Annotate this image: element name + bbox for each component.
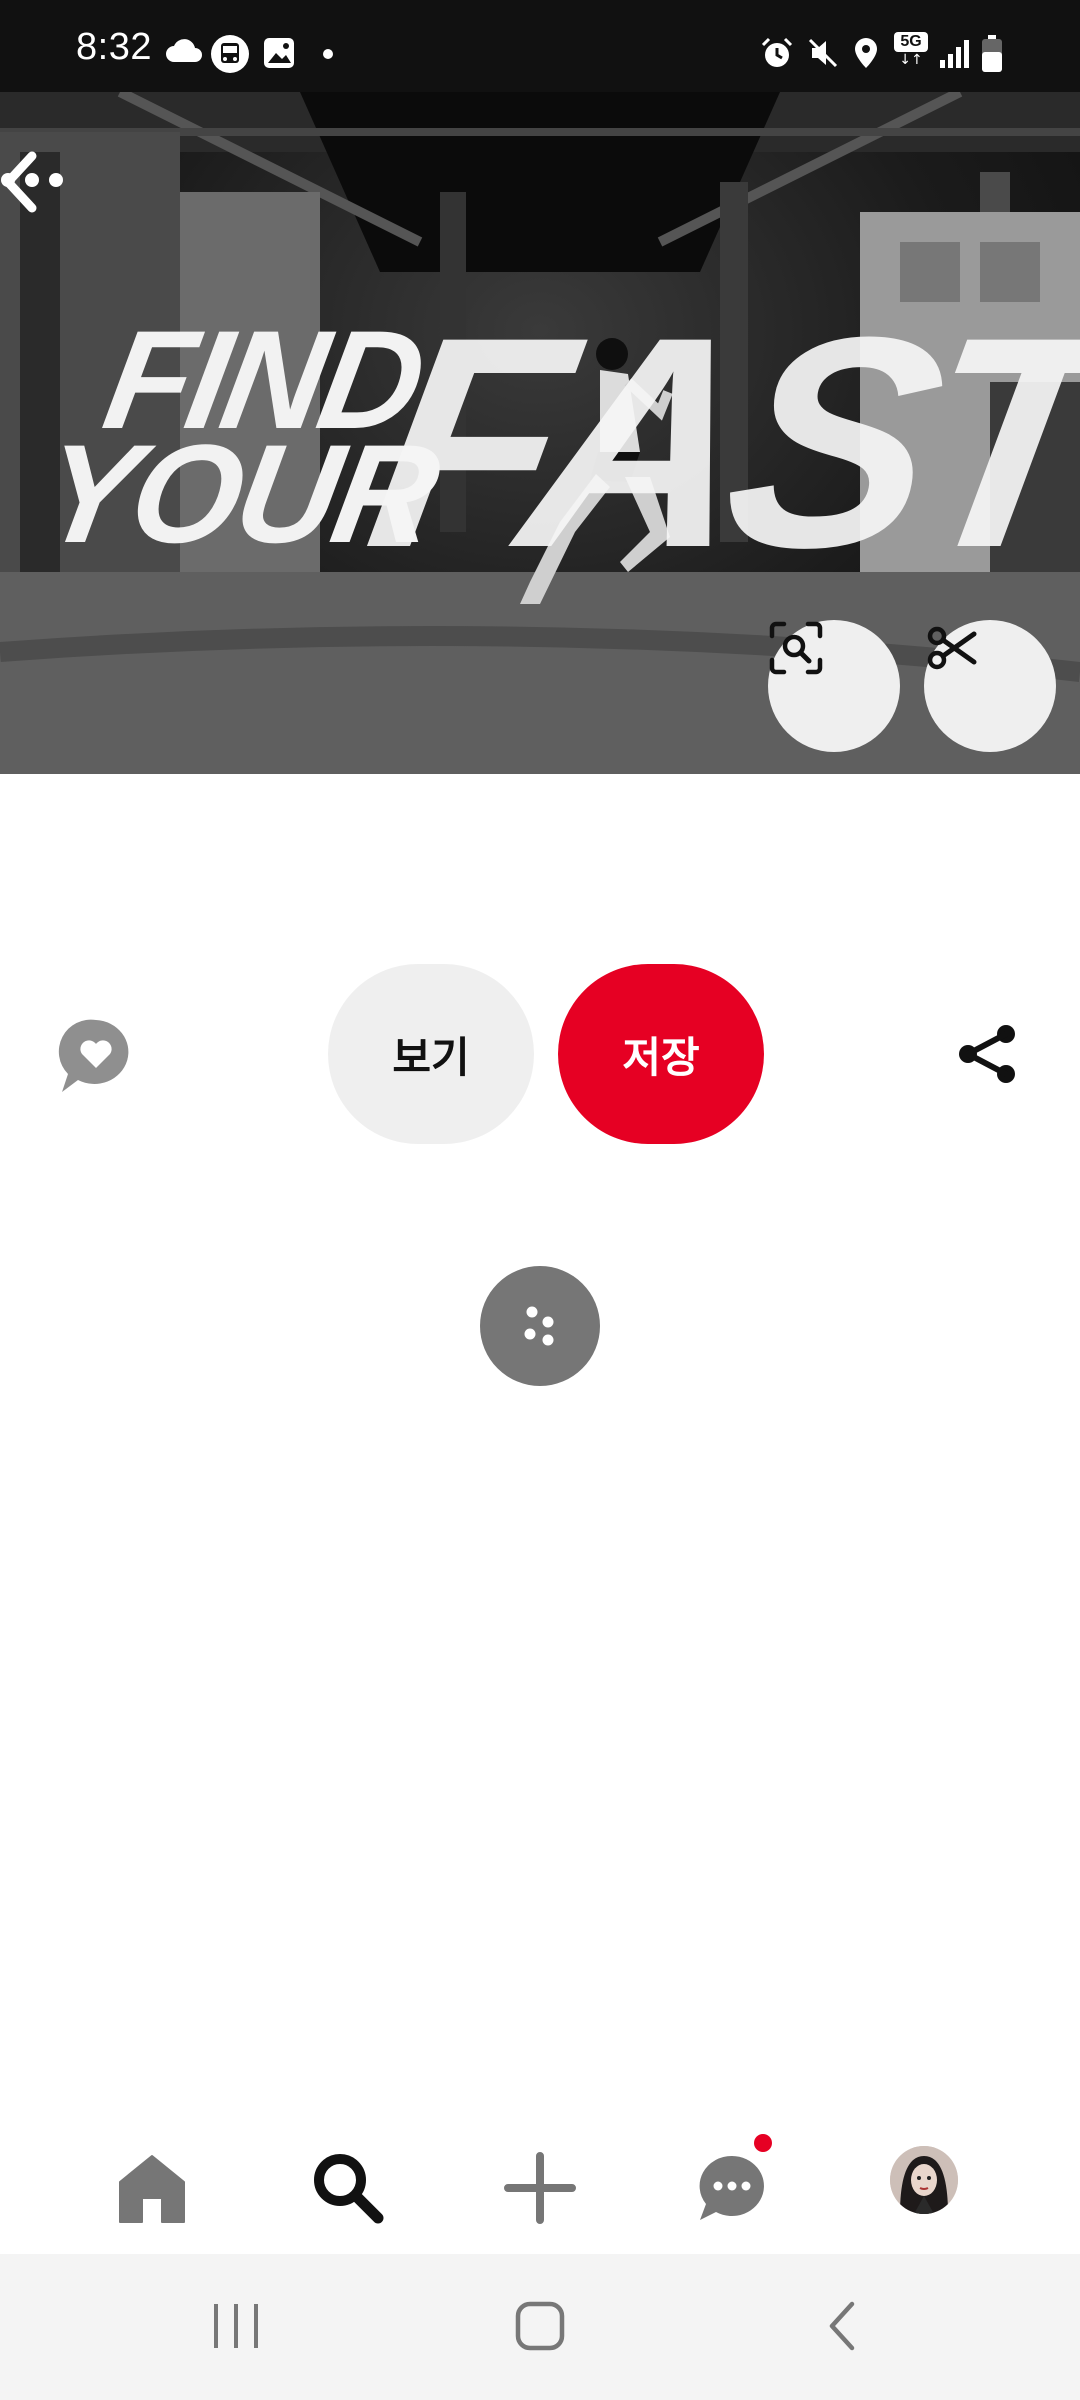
message-icon — [699, 2155, 764, 2220]
crop-button[interactable] — [924, 620, 1056, 752]
network-label: 5G — [894, 32, 928, 52]
scissors-icon — [927, 626, 977, 670]
share-icon[interactable] — [956, 1022, 1020, 1086]
notification-dot — [754, 2134, 772, 2152]
status-bar: 8:32 5G ↓↑ — [0, 0, 1080, 92]
dots-icon — [524, 1306, 554, 1346]
back-icon[interactable] — [822, 2298, 862, 2354]
home-button-icon[interactable] — [512, 2298, 568, 2354]
hero-text-fast: FAST — [350, 274, 1080, 610]
nav-messages[interactable] — [686, 2142, 778, 2234]
more-horizontal-icon[interactable] — [0, 170, 64, 190]
nav-search[interactable] — [302, 2142, 394, 2234]
status-time: 8:32 — [76, 26, 152, 68]
profile-avatar[interactable] — [890, 2146, 958, 2214]
more-ideas-button[interactable] — [480, 1266, 600, 1386]
mute-icon — [808, 38, 838, 68]
home-icon — [119, 2155, 185, 2223]
recents-icon[interactable] — [210, 2298, 262, 2354]
nav-home[interactable] — [106, 2142, 198, 2234]
search-icon — [314, 2154, 384, 2224]
bottom-nav — [0, 2120, 1080, 2254]
bus-icon — [211, 35, 249, 73]
visual-search-icon — [769, 621, 823, 675]
heart-bubble-icon[interactable] — [56, 1016, 136, 1096]
action-row: 보기 저장 — [0, 964, 1080, 1144]
dot-icon — [323, 49, 333, 59]
battery-icon — [982, 35, 1002, 72]
gallery-icon — [264, 38, 294, 68]
visual-search-button[interactable] — [768, 620, 900, 752]
alarm-icon — [761, 37, 793, 67]
system-nav-bar — [0, 2254, 1080, 2400]
location-icon — [855, 38, 877, 68]
plus-icon — [504, 2152, 576, 2224]
avatar-image — [890, 2146, 958, 2214]
5g-icon: 5G ↓↑ — [894, 32, 930, 72]
nav-create[interactable] — [494, 2142, 586, 2234]
save-button[interactable]: 저장 — [558, 964, 764, 1144]
view-button[interactable]: 보기 — [328, 964, 534, 1144]
signal-icon — [940, 40, 969, 68]
cloud-icon — [166, 39, 202, 62]
pin-image[interactable]: FIND YOUR FAST — [0, 92, 1080, 774]
